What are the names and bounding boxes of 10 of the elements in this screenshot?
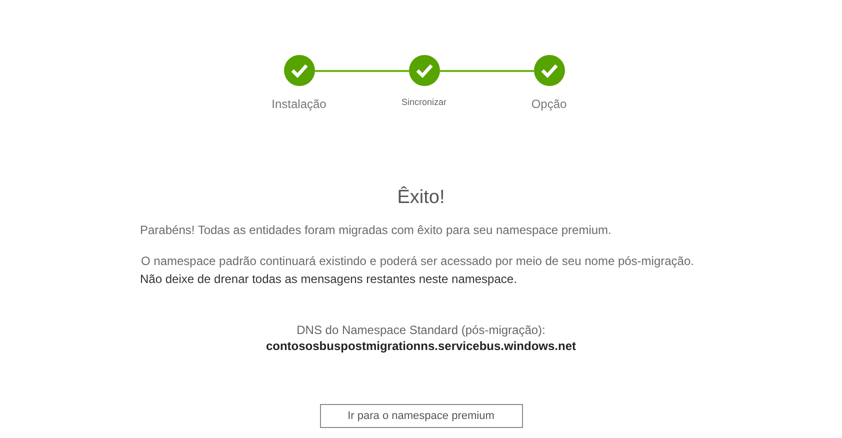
- info-text: O namespace padrão continuará existindo e poderá ser acessado por meio de seu nome pós-migração.: [140, 254, 695, 268]
- step-label: Instalação: [272, 97, 326, 111]
- step-label: Opção: [531, 97, 567, 111]
- success-title: Êxito!: [397, 187, 445, 209]
- dns-label: DNS do Namespace Standard (pós-migração):: [296, 323, 546, 337]
- warning-text: Não deixe de drenar todas as mensagens restantes neste namespace.: [140, 272, 518, 286]
- dns-value: contososbuspostmigrationns.servicebus.windows.net: [266, 339, 576, 353]
- premium-namespace-button[interactable]: Ir para o namespace premium: [320, 404, 522, 428]
- step-label: Sincronizar: [401, 97, 447, 107]
- success-message: Parabéns! Todas as entidades foram migradas com êxito para seu namespace premium.: [140, 223, 612, 237]
